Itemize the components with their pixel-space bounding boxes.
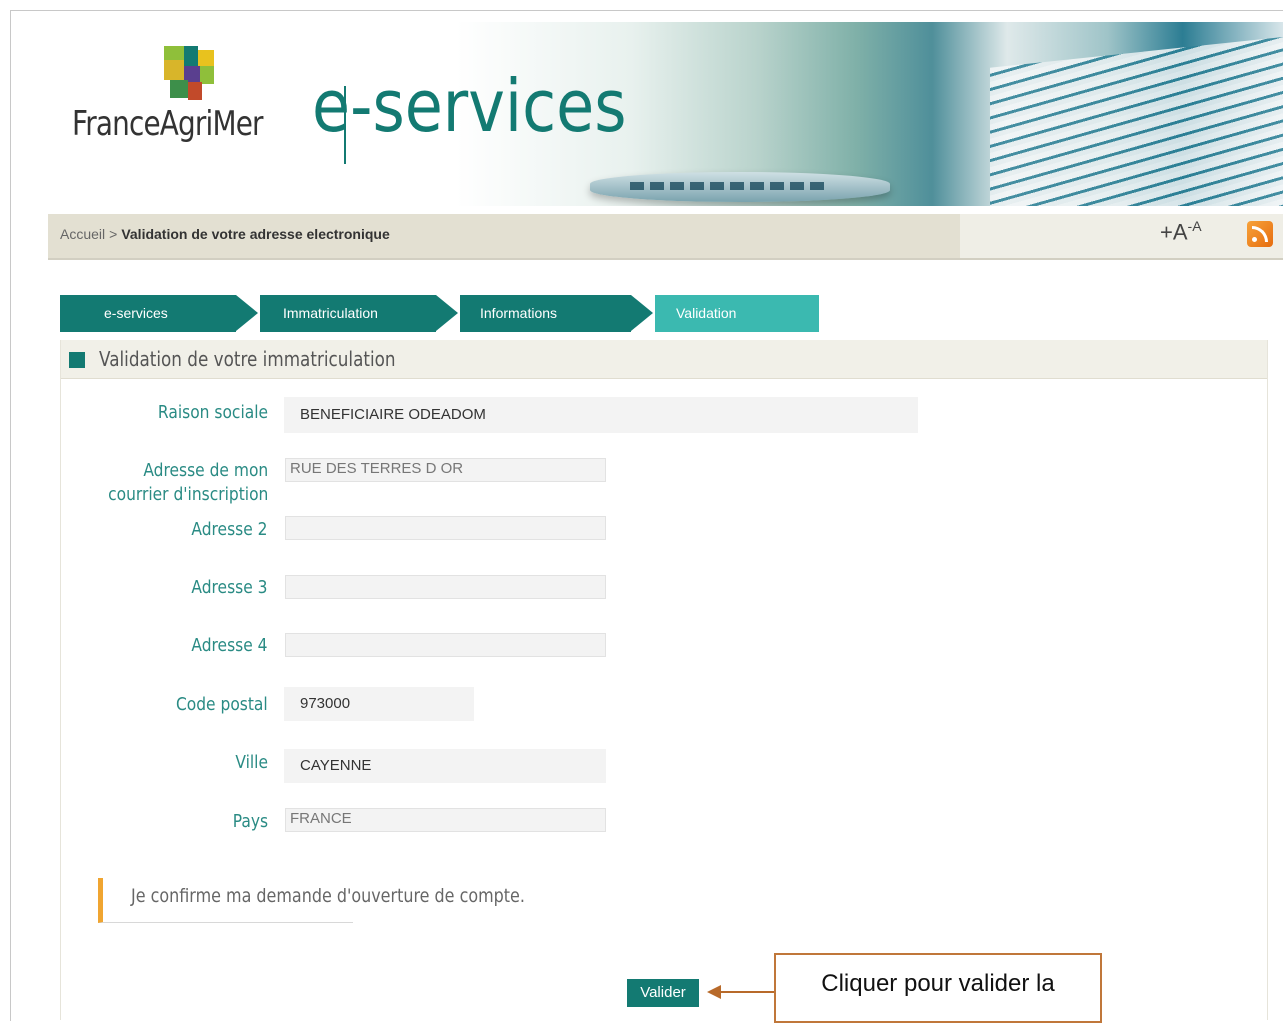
font-size-controls: +A-A	[1160, 218, 1202, 245]
panel-header: Validation de votre immatriculation	[61, 340, 1267, 379]
logo-mark-icon	[164, 46, 216, 102]
instruction-callout: Cliquer pour valider la	[774, 953, 1102, 1023]
ville-value: CAYENNE	[284, 749, 606, 783]
breadcrumb-tools-area	[960, 214, 1283, 258]
panel-title: Validation de votre immatriculation	[99, 347, 396, 371]
raison-sociale-value: BENEFICIAIRE ODEADOM	[284, 397, 918, 433]
callout-text: Cliquer pour valider la	[821, 970, 1055, 997]
step-immatriculation[interactable]: Immatriculation	[260, 295, 436, 332]
breadcrumb-home-link[interactable]: Accueil	[60, 226, 105, 242]
progress-steps: e-services Immatriculation Informations …	[60, 295, 820, 332]
font-decrease-button[interactable]: -A	[1188, 218, 1202, 234]
step-validation[interactable]: Validation	[655, 295, 819, 332]
step-label: Validation	[676, 305, 737, 321]
breadcrumb-current: Validation de votre adresse electronique	[121, 226, 390, 242]
ville-label: Ville	[235, 752, 268, 773]
step-chevron-icon	[631, 295, 653, 331]
font-increase-button[interactable]: +A	[1160, 219, 1188, 244]
step-label: Immatriculation	[283, 305, 378, 321]
adresse-field[interactable]: RUE DES TERRES D OR	[285, 458, 606, 482]
logo-text: FranceAgriMer	[72, 104, 264, 144]
step-chevron-icon	[436, 295, 458, 331]
confirm-note: Je confirme ma demande d'ouverture de co…	[98, 878, 525, 923]
breadcrumb-bar: Accueil > Validation de votre adresse elec…	[48, 214, 1283, 260]
panel-square-icon	[69, 352, 85, 368]
step-chevron-icon	[236, 295, 258, 331]
eservices-brand-title: e-services	[312, 64, 627, 148]
adresse2-field[interactable]	[285, 516, 606, 540]
adresse3-field[interactable]	[285, 575, 606, 599]
step-label: Informations	[480, 305, 558, 321]
raison-sociale-label: Raison sociale	[157, 402, 268, 423]
step-label: e-services	[104, 305, 168, 321]
adresse2-label: Adresse 2	[191, 519, 268, 540]
pays-field[interactable]: FRANCE	[285, 808, 606, 832]
franceagrimer-logo[interactable]: FranceAgriMer	[40, 22, 270, 172]
adresse-label-line2: courrier d'inscription	[107, 484, 268, 505]
step-informations[interactable]: Informations	[460, 295, 631, 332]
code-postal-label: Code postal	[176, 694, 268, 715]
banner-laptop-keys	[630, 182, 830, 190]
adresse4-field[interactable]	[285, 633, 606, 657]
rss-feed-icon[interactable]	[1247, 221, 1273, 247]
confirm-text: Je confirme ma demande d'ouverture de co…	[131, 885, 525, 907]
valider-button[interactable]: Valider	[627, 979, 699, 1007]
adresse4-label: Adresse 4	[191, 635, 268, 656]
breadcrumb: Accueil > Validation de votre adresse elec…	[60, 226, 390, 242]
adresse-label-line1: Adresse de mon	[143, 460, 268, 481]
code-postal-value: 973000	[284, 687, 474, 721]
banner-papers-image	[990, 36, 1283, 206]
callout-arrow-line	[720, 991, 775, 993]
step-eservices[interactable]: e-services	[60, 295, 236, 332]
breadcrumb-separator: >	[109, 226, 118, 242]
adresse3-label: Adresse 3	[191, 577, 268, 598]
pays-label: Pays	[232, 811, 268, 832]
callout-arrow-icon	[707, 985, 721, 999]
